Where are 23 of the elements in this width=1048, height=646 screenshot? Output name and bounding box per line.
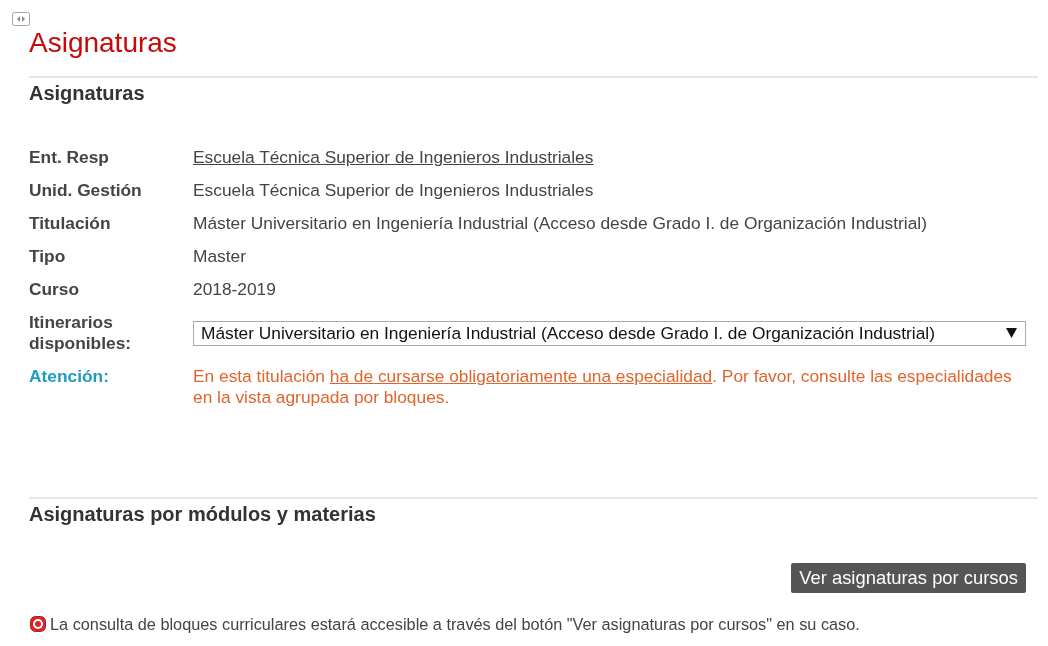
notice-text: En esta titulación ha de cursarse obligatoriamente una especialidad. Por favor, consulte las especialidades en la vista agrupada por bloques. bbox=[193, 366, 1013, 408]
school-link[interactable]: Escuela Técnica Superior de Ingenieros Industriales bbox=[193, 147, 594, 168]
field-value: Master bbox=[193, 246, 246, 267]
field-value: 2018-2019 bbox=[193, 279, 276, 300]
field-label: Unid. Gestión bbox=[29, 179, 142, 202]
field-label: Tipo bbox=[29, 245, 66, 268]
caret-icon bbox=[1006, 328, 1017, 338]
field-value: Máster Universitario en Ingeniería Industrial (Acceso desde Grado I. de Organización Industrial) bbox=[193, 213, 927, 234]
circle-dot-icon bbox=[30, 616, 46, 632]
field-label: Ent. Resp bbox=[29, 146, 109, 169]
notice-link[interactable]: ha de cursarse obligatoriamente una especialidad bbox=[329, 366, 713, 386]
field-label: Atención: bbox=[29, 365, 109, 388]
view-by-course-button[interactable]: Ver asignaturas por cursos bbox=[791, 563, 1026, 593]
collapse-toggle-icon[interactable] bbox=[12, 12, 30, 26]
field-value: Escuela Técnica Superior de Ingenieros Industriales bbox=[193, 180, 594, 201]
itinerary-dropdown[interactable]: Máster Universitario en Ingeniería Industrial (Acceso desde Grado I. de Organización Industrial) bbox=[193, 320, 1026, 346]
field-label: Titulación bbox=[29, 212, 111, 235]
field-label: Curso bbox=[29, 278, 80, 301]
field-label: Itinerarios disponibles: bbox=[29, 311, 133, 355]
section-heading: Asignaturas por módulos y materias bbox=[29, 503, 376, 525]
info-note: La consulta de bloques curriculares estará accesible a través del botón "Ver asignaturas por cursos" en su caso. bbox=[50, 614, 860, 634]
page-title: Asignaturas bbox=[29, 27, 177, 59]
section-heading: Asignaturas bbox=[29, 82, 145, 104]
